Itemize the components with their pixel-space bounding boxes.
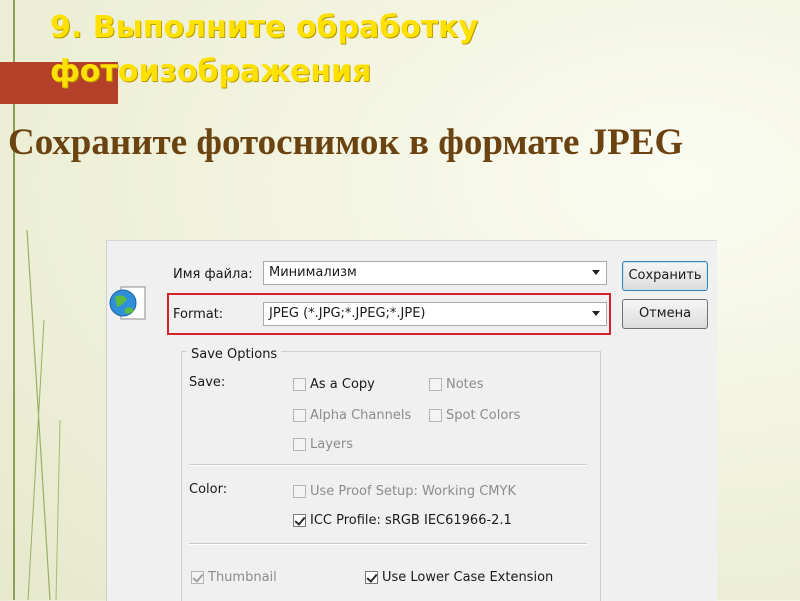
filename-input[interactable]: Минимализм [263, 261, 607, 285]
format-value: JPEG (*.JPG;*.JPEG;*.JPE) [269, 306, 426, 321]
icc-profile-label: ICC Profile: sRGB IEC61966-2.1 [310, 513, 512, 528]
icc-profile-checkbox[interactable] [293, 514, 306, 527]
chevron-down-icon[interactable] [592, 270, 600, 275]
thumbnail-checkbox[interactable] [191, 571, 204, 584]
alpha-channels-checkbox[interactable] [293, 409, 306, 422]
save-as-dialog: Имя файла: Минимализм Format: JPEG (*.JP… [106, 240, 717, 601]
globe-icon [109, 286, 146, 320]
alpha-channels-label: Alpha Channels [310, 408, 412, 423]
proof-setup-label: Use Proof Setup: Working CMYK [310, 484, 516, 499]
layers-checkbox[interactable] [293, 438, 306, 451]
lower-case-extension-label: Use Lower Case Extension [382, 570, 554, 585]
notes-label: Notes [446, 377, 484, 392]
slide-title: 9. Выполните обработку фотоизображения [50, 10, 479, 89]
format-select[interactable]: JPEG (*.JPG;*.JPEG;*.JPE) [263, 302, 607, 326]
filename-label: Имя файла: [173, 267, 253, 282]
save-button[interactable]: Сохранить [622, 261, 708, 291]
proof-setup-checkbox[interactable] [293, 485, 306, 498]
format-label: Format: [173, 307, 224, 322]
spot-colors-label: Spot Colors [446, 408, 521, 423]
save-label: Save: [189, 375, 226, 390]
layers-label: Layers [310, 437, 354, 452]
as-copy-label: As a Copy [310, 377, 375, 392]
chevron-down-icon[interactable] [592, 311, 600, 316]
thumbnail-label: Thumbnail [208, 570, 277, 585]
filename-value: Минимализм [269, 265, 357, 280]
as-copy-checkbox[interactable] [293, 378, 306, 391]
lower-case-extension-checkbox[interactable] [365, 571, 378, 584]
spot-colors-checkbox[interactable] [429, 409, 442, 422]
section-divider [189, 464, 587, 466]
section-divider [189, 543, 587, 545]
save-options-group [181, 351, 601, 601]
cancel-button[interactable]: Отмена [622, 299, 708, 329]
save-options-title: Save Options [187, 347, 282, 362]
notes-checkbox[interactable] [429, 378, 442, 391]
slide-subtitle: Сохраните фотоснимок в формате JPEG [8, 122, 684, 163]
color-label: Color: [189, 482, 228, 497]
